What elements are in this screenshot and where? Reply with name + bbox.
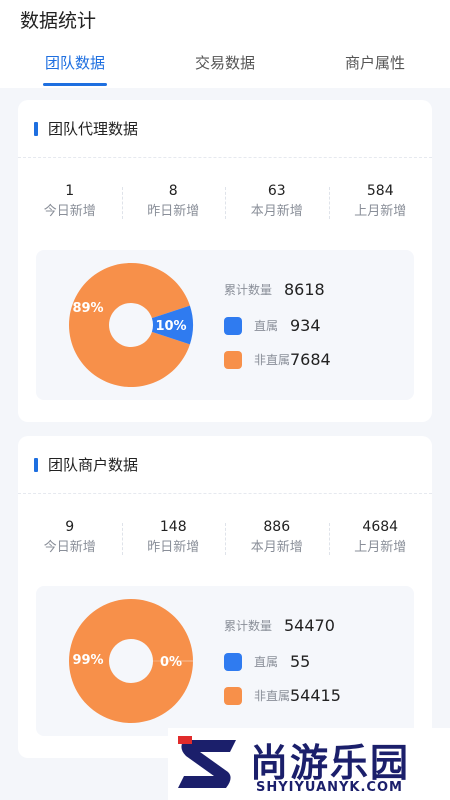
donut-chart: 89% 10% <box>68 263 193 387</box>
tab-bar: 团队数据 交易数据 商户属性 <box>0 48 450 88</box>
stat-value: 148 <box>159 519 187 535</box>
stat-yesterday: 8 昨日新增 <box>121 181 226 223</box>
stat-today: 1 今日新增 <box>18 181 122 223</box>
card-header: 团队代理数据 <box>18 100 432 158</box>
stat-label: 上月新增 <box>354 540 407 555</box>
stat-label: 今日新增 <box>43 204 96 219</box>
stat-value: 886 <box>263 519 291 535</box>
card-title: 团队商户数据 <box>48 456 139 474</box>
stat-value: 1 <box>65 183 75 199</box>
summary-panel: 99% 0% 累计数量 54470 直属 55 非直属 54415 <box>36 586 414 736</box>
tab-transaction-data[interactable]: 交易数据 <box>150 48 300 88</box>
stat-value: 63 <box>267 183 286 199</box>
title-accent-bar <box>34 457 38 472</box>
stat-label: 本月新增 <box>250 540 303 555</box>
donut-label-direct: 10% <box>155 319 186 334</box>
stat-this-month: 63 本月新增 <box>225 181 329 223</box>
legend-total: 累计数量 8618 <box>224 280 325 299</box>
legend-indirect: 非直属 7684 <box>224 350 331 369</box>
stat-label: 本月新增 <box>250 204 303 219</box>
stat-yesterday: 148 昨日新增 <box>121 517 226 559</box>
indirect-swatch <box>224 686 242 705</box>
watermark-text: 尚游乐园 <box>250 741 411 785</box>
direct-label: 直属 <box>254 655 279 669</box>
legend-direct: 直属 55 <box>224 652 310 671</box>
indirect-label: 非直属 <box>254 353 291 367</box>
total-label: 累计数量 <box>224 283 273 297</box>
stat-label: 上月新增 <box>354 204 407 219</box>
indirect-swatch <box>224 350 242 369</box>
title-accent-bar <box>34 121 38 136</box>
donut-label-indirect: 89% <box>72 301 103 316</box>
legend-total: 累计数量 54470 <box>224 616 335 635</box>
page-title: 数据统计 <box>20 10 97 32</box>
tab-label: 交易数据 <box>194 54 255 72</box>
stats-row: 1 今日新增 8 昨日新增 63 本月新增 584 上月新增 <box>18 158 432 246</box>
site-watermark: 尚游乐园 SHYIYUANYK.COM <box>168 728 450 800</box>
tab-merchant-attributes[interactable]: 商户属性 <box>300 48 450 88</box>
direct-value: 934 <box>290 316 321 335</box>
stat-label: 今日新增 <box>43 540 96 555</box>
watermark-url: SHYIYUANYK.COM <box>256 780 403 795</box>
donut-chart: 99% 0% <box>68 598 193 723</box>
direct-swatch <box>224 316 242 335</box>
tab-label: 团队数据 <box>44 54 105 72</box>
tab-team-data[interactable]: 团队数据 <box>0 48 150 88</box>
total-value: 54470 <box>284 616 335 635</box>
top-bar: 数据统计 团队数据 交易数据 商户属性 <box>0 0 450 88</box>
tab-label: 商户属性 <box>344 54 405 72</box>
legend-direct: 直属 934 <box>224 316 321 335</box>
stat-last-month: 4684 上月新增 <box>328 517 433 559</box>
donut-label-direct: 0% <box>160 655 182 670</box>
stat-value: 9 <box>65 519 75 535</box>
direct-label: 直属 <box>254 319 279 333</box>
legend-indirect: 非直属 54415 <box>224 686 341 705</box>
donut-label-indirect: 99% <box>72 653 103 668</box>
team-merchant-card: 团队商户数据 9 今日新增 148 昨日新增 886 本月新增 4684 上月新… <box>18 436 432 758</box>
card-title: 团队代理数据 <box>48 120 139 138</box>
direct-swatch <box>224 652 242 671</box>
stats-row: 9 今日新增 148 昨日新增 886 本月新增 4684 上月新增 <box>18 494 432 582</box>
stat-value: 4684 <box>362 519 399 535</box>
stat-last-month: 584 上月新增 <box>328 181 433 223</box>
indirect-label: 非直属 <box>254 689 291 703</box>
team-agent-card: 团队代理数据 1 今日新增 8 昨日新增 63 本月新增 584 上月新增 89… <box>18 100 432 422</box>
tab-active-indicator <box>43 83 107 86</box>
card-header: 团队商户数据 <box>18 436 432 494</box>
direct-value: 55 <box>290 652 311 671</box>
stat-value: 584 <box>366 183 394 199</box>
summary-panel: 89% 10% 累计数量 8618 直属 934 非直属 7684 <box>36 250 414 400</box>
total-label: 累计数量 <box>224 619 273 633</box>
indirect-value: 54415 <box>290 686 341 705</box>
watermark-logo-icon <box>178 736 236 788</box>
stat-label: 昨日新增 <box>147 540 200 555</box>
stat-today: 9 今日新增 <box>18 517 122 559</box>
indirect-value: 7684 <box>290 350 331 369</box>
stat-label: 昨日新增 <box>147 204 200 219</box>
total-value: 8618 <box>284 280 325 299</box>
stat-value: 8 <box>168 183 178 199</box>
stat-this-month: 886 本月新增 <box>225 517 329 559</box>
